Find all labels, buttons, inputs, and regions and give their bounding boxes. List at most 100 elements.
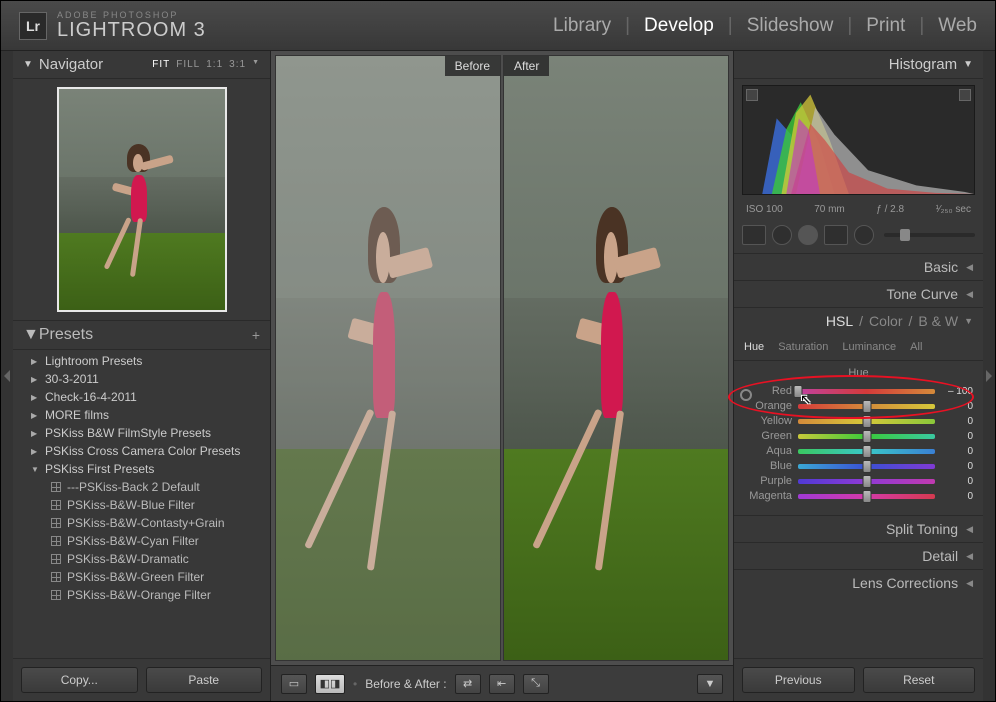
split-toning-section[interactable]: Split Toning◀ [734,515,983,542]
zoom-3-1[interactable]: 3:1 [229,59,246,70]
preset-icon [51,482,61,492]
targeted-adjustment-tool[interactable] [740,389,752,401]
slider-thumb[interactable] [862,415,871,428]
preset-item[interactable]: PSKiss-B&W-Cyan Filter [13,532,270,550]
hsl-section-header[interactable]: HSL / Color / B & W ▼ [734,307,983,334]
main-area: ▼ Navigator FIT FILL 1:1 3:1 ▼ [1,51,995,701]
preset-folder[interactable]: ▶30-3-2011 [13,370,270,388]
preset-item[interactable]: PSKiss-B&W-Contasty+Grain [13,514,270,532]
presets-header[interactable]: ▼ Presets + [13,320,270,350]
subtab-hue[interactable]: Hue [744,338,764,356]
preset-folder-name: Check-16-4-2011 [45,390,137,404]
adjustment-brush-tool[interactable] [854,225,874,245]
tone-curve-section[interactable]: Tone Curve◀ [734,280,983,307]
slider-label: Aqua [744,445,792,457]
preset-folder[interactable]: ▶MORE films [13,406,270,424]
slider-value[interactable]: – 100 [941,386,973,397]
meta-aperture: ƒ / 2.8 [876,204,904,215]
slider-thumb[interactable] [862,475,871,488]
zoom-fit[interactable]: FIT [152,59,170,70]
navigator-preview[interactable] [13,79,270,320]
meta-iso: ISO 100 [746,204,783,215]
spot-removal-tool[interactable] [772,225,792,245]
lens-corrections-section[interactable]: Lens Corrections◀ [734,569,983,596]
preset-folder[interactable]: ▼PSKiss First Presets [13,460,270,478]
detail-section[interactable]: Detail◀ [734,542,983,569]
basic-section[interactable]: Basic◀ [734,253,983,280]
module-slideshow[interactable]: Slideshow [747,15,834,37]
preset-folder[interactable]: ▶PSKiss Cross Camera Color Presets [13,442,270,460]
slider-value[interactable]: 0 [941,446,973,457]
module-web[interactable]: Web [938,15,977,37]
slider-value[interactable]: 0 [941,491,973,502]
preset-item[interactable]: PSKiss-B&W-Blue Filter [13,496,270,514]
slider-thumb[interactable] [862,490,871,503]
hsl-tab-color[interactable]: Color [869,313,902,329]
preset-item[interactable]: PSKiss-B&W-Orange Filter [13,586,270,604]
slider-thumb[interactable] [794,385,803,398]
before-pane[interactable]: Before [275,55,501,661]
copy-button[interactable]: Copy... [21,667,138,693]
subtab-saturation[interactable]: Saturation [778,338,828,356]
zoom-menu-icon[interactable]: ▼ [252,59,260,70]
histogram-display[interactable] [742,85,975,195]
slider-track[interactable] [798,449,935,454]
slider-thumb[interactable] [862,400,871,413]
after-pane[interactable]: After [503,55,729,661]
subtab-all[interactable]: All [910,338,922,356]
slider-track[interactable] [798,419,935,424]
graduated-filter-tool[interactable] [824,225,848,245]
loupe-view-button[interactable]: ▭ [281,674,307,694]
preset-item[interactable]: PSKiss-B&W-Dramatic [13,550,270,568]
preset-folder[interactable]: ▶Check-16-4-2011 [13,388,270,406]
slider-value[interactable]: 0 [941,431,973,442]
slider-value[interactable]: 0 [941,401,973,412]
slider-value[interactable]: 0 [941,476,973,487]
subtab-luminance[interactable]: Luminance [842,338,896,356]
compare-view-button[interactable]: ◧◨ [315,674,345,694]
slider-track[interactable] [798,479,935,484]
slider-thumb[interactable] [862,430,871,443]
highlight-clip-icon[interactable] [959,89,971,101]
swap-before-after-button[interactable]: ⇄ [455,674,481,694]
module-library[interactable]: Library [553,15,611,37]
previous-button[interactable]: Previous [742,667,855,693]
slider-value[interactable]: 0 [941,461,973,472]
preset-folder[interactable]: ▶Lightroom Presets [13,352,270,370]
slider-track[interactable] [798,434,935,439]
slider-track[interactable] [798,404,935,409]
zoom-fill[interactable]: FILL [176,59,200,70]
left-gutter[interactable] [1,51,13,701]
redeye-tool[interactable] [798,225,818,245]
slider-track[interactable] [798,494,935,499]
tool-size-slider[interactable] [884,233,975,237]
navigator-header[interactable]: ▼ Navigator FIT FILL 1:1 3:1 ▼ [13,51,270,79]
right-gutter[interactable] [983,51,995,701]
slider-thumb[interactable] [862,460,871,473]
copy-before-button[interactable]: ⇤ [489,674,515,694]
before-after-view: Before After [271,51,733,665]
preset-item[interactable]: PSKiss-B&W-Green Filter [13,568,270,586]
toolbar-menu-button[interactable]: ▼ [697,674,723,694]
histogram-header[interactable]: Histogram ▼ [734,51,983,79]
hsl-tab-hsl[interactable]: HSL [826,313,853,329]
slider-value[interactable]: 0 [941,416,973,427]
before-after-label: Before & After : [365,677,446,691]
presets-tree[interactable]: ▶Lightroom Presets▶30-3-2011▶Check-16-4-… [13,350,270,658]
crop-tool[interactable] [742,225,766,245]
copy-settings-button[interactable]: ⤡ [523,674,549,694]
module-print[interactable]: Print [866,15,905,37]
preset-folder[interactable]: ▶PSKiss B&W FilmStyle Presets [13,424,270,442]
module-develop[interactable]: Develop [644,15,714,37]
slider-thumb[interactable] [862,445,871,458]
shadow-clip-icon[interactable] [746,89,758,101]
hsl-tab-bw[interactable]: B & W [918,313,958,329]
slider-label: Green [744,430,792,442]
slider-track[interactable] [798,464,935,469]
reset-button[interactable]: Reset [863,667,976,693]
zoom-1-1[interactable]: 1:1 [206,59,223,70]
paste-button[interactable]: Paste [146,667,263,693]
add-preset-button[interactable]: + [252,327,260,343]
preset-item[interactable]: ---PSKiss-Back 2 Default [13,478,270,496]
slider-track[interactable] [798,389,935,394]
